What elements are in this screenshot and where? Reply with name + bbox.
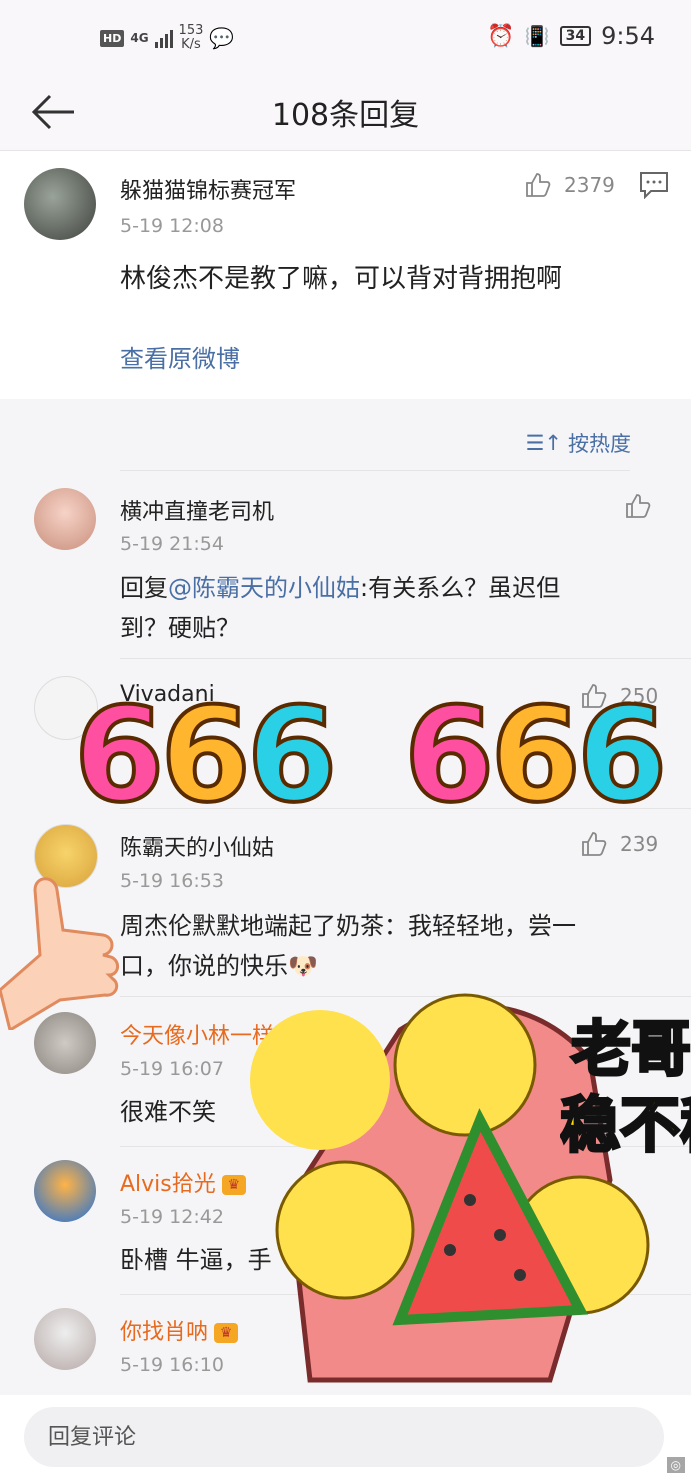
original-time: 5-19 12:08 — [120, 215, 224, 237]
alarm-icon: ⏰ — [487, 23, 515, 49]
original-comment: 躲猫猫锦标赛冠军 5-19 12:08 2379 林俊杰不是教了嘛，可以背对背拥… — [0, 151, 691, 399]
reply-text-line2: 口，你说的快乐 — [120, 952, 288, 980]
avatar[interactable] — [24, 168, 96, 240]
sticker-666-left: 666 666 — [72, 679, 339, 831]
thumbs-up-icon — [526, 173, 551, 197]
comment-icon[interactable] — [639, 171, 669, 199]
divider — [120, 658, 691, 659]
status-right: ⏰ 📳 34 9:54 — [487, 22, 655, 50]
vip-crown-icon: ♛ — [221, 1175, 246, 1195]
sort-label: 按热度 — [568, 432, 631, 456]
laoge-line2: 稳不稳 — [560, 1090, 691, 1163]
divider — [120, 470, 630, 471]
net-speed-unit: K/s — [181, 37, 201, 52]
reply-text: 周杰伦默默地端起了奶茶：我轻轻地，尝一 口，你说的快乐🐶 — [120, 906, 640, 986]
reply-text-line1: 周杰伦默默地端起了奶茶：我轻轻地，尝一 — [120, 912, 576, 940]
wechat-icon: 💬 — [209, 26, 235, 50]
clock: 9:54 — [601, 22, 655, 50]
reply-username-text: Alvis拾光 — [120, 1172, 216, 1197]
reply-username[interactable]: 横冲直撞老司机 — [120, 494, 274, 526]
original-like[interactable]: 2379 — [524, 171, 615, 199]
page-title: 108条回复 — [271, 98, 420, 133]
like-count: 2379 — [564, 173, 615, 197]
reply-footer: ◎ — [0, 1395, 691, 1479]
reply-time: 5-19 21:54 — [120, 533, 224, 555]
reply-time: 5-19 16:53 — [120, 870, 224, 892]
thumbs-up-hand-sticker — [0, 877, 119, 1030]
reply-username-text: 你找肖呐 — [120, 1320, 209, 1345]
signal-icon — [154, 28, 173, 48]
avatar[interactable] — [34, 488, 96, 550]
reply-time: 5-19 12:42 — [120, 1206, 224, 1228]
status-bar: HD 4G 153 K/s 💬 ⏰ 📳 34 9:54 — [0, 0, 691, 78]
original-username[interactable]: 躲猫猫锦标赛冠军 — [120, 173, 296, 205]
laoge-sticker-text: 老哥 稳不稳 — [560, 1012, 691, 1164]
original-text: 林俊杰不是教了嘛，可以背对背拥抱啊 — [120, 264, 563, 294]
battery-icon: 34 — [559, 26, 592, 46]
reply-text: 回复@陈霸天的小仙姑:有关系么？虽迟但 到？硬贴？ — [120, 568, 640, 648]
vibrate-icon: 📳 — [524, 24, 550, 48]
reply-time: 5-19 16:10 — [120, 1354, 224, 1376]
like-count: 239 — [620, 832, 659, 856]
reply-like[interactable]: 239 — [580, 830, 658, 858]
avatar[interactable] — [34, 1308, 96, 1370]
thumbs-up-icon[interactable] — [624, 492, 652, 520]
reply-time: 5-19 16:07 — [120, 1058, 224, 1080]
reply-prefix: 回复 — [120, 574, 168, 602]
net-speed-value: 153 — [178, 23, 204, 38]
avatar[interactable] — [34, 1160, 96, 1222]
hd-badge: HD — [100, 29, 125, 47]
reply-username[interactable]: 陈霸天的小仙姑 — [120, 830, 274, 862]
thumbs-up-icon — [582, 832, 607, 856]
reply-username[interactable]: 你找肖呐 ♛ — [120, 1314, 239, 1346]
net-speed: 153 K/s — [179, 24, 204, 52]
laoge-line1: 老哥 — [570, 1014, 691, 1087]
reply-text: 卧槽 牛逼，手 — [120, 1246, 272, 1274]
sort-icon: ☰↑ — [525, 431, 562, 455]
reply-text-line1: :有关系么？虽迟但 — [360, 574, 561, 602]
network-type: 4G — [130, 31, 149, 45]
reply-text-line2: 到？硬贴？ — [120, 614, 240, 642]
vip-crown-icon: ♛ — [214, 1323, 239, 1343]
mention-link[interactable]: @陈霸天的小仙姑 — [168, 574, 360, 602]
status-left: HD 4G 153 K/s 💬 — [100, 24, 234, 52]
doge-emoji-icon: 🐶 — [288, 952, 318, 980]
sort-button[interactable]: ☰↑ 按热度 — [526, 428, 631, 458]
reply-input[interactable] — [24, 1407, 664, 1467]
sticker-666-right: 666 666 — [402, 679, 669, 831]
reply-text: 很难不笑 — [120, 1098, 216, 1126]
view-original-link[interactable]: 查看原微博 — [120, 339, 240, 379]
nav-header: 108条回复 — [0, 78, 691, 151]
reply-username[interactable]: Alvis拾光 ♛ — [120, 1166, 246, 1198]
watermark-logo-icon: ◎ — [666, 1457, 685, 1473]
